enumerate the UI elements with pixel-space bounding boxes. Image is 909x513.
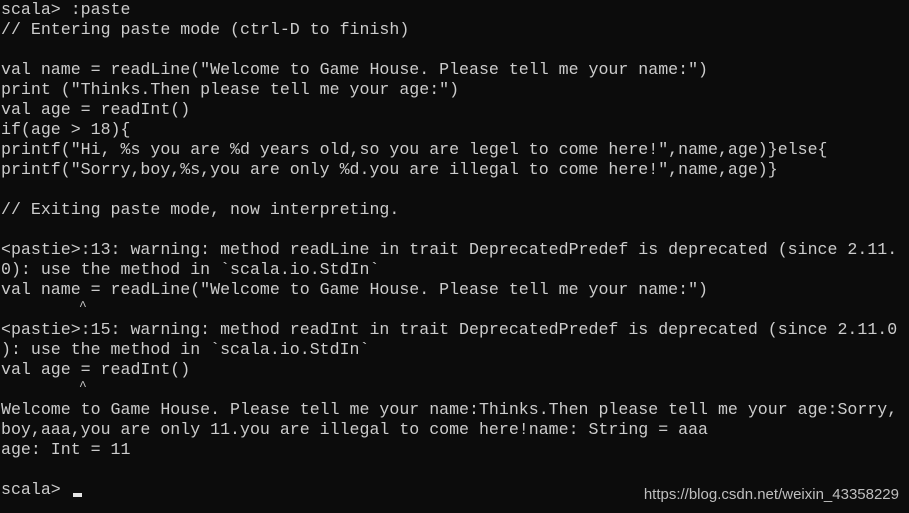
terminal-line: val name = readLine("Welcome to Game Hou…	[1, 60, 709, 79]
error-caret-line: ^	[1, 299, 87, 314]
terminal-line: print ("Thinks.Then please tell me your …	[1, 80, 460, 99]
terminal-line: <pastie>:15: warning: method readInt in …	[1, 320, 898, 339]
terminal-line: val age = readInt()	[1, 360, 191, 379]
terminal-line: boy,aaa,you are only 11.you are illegal …	[1, 420, 709, 439]
terminal-line: scala> :paste	[1, 0, 131, 19]
terminal-line: ): use the method in `scala.io.StdIn`	[1, 340, 370, 359]
terminal-line: printf("Sorry,boy,%s,you are only %d.you…	[1, 160, 778, 179]
terminal-line: val age = readInt()	[1, 100, 191, 119]
terminal-line: // Exiting paste mode, now interpreting.	[1, 200, 400, 219]
terminal-line: Welcome to Game House. Please tell me yo…	[1, 400, 898, 419]
error-caret-line: ^	[1, 379, 87, 394]
prompt: scala>	[1, 480, 71, 499]
terminal-line: printf("Hi, %s you are %d years old,so y…	[1, 140, 828, 159]
watermark: https://blog.csdn.net/weixin_43358229	[643, 486, 899, 503]
terminal-line: val name = readLine("Welcome to Game Hou…	[1, 280, 709, 299]
terminal-line: if(age > 18){	[1, 120, 131, 139]
terminal-line: age: Int = 11	[1, 440, 131, 459]
text-cursor	[72, 493, 82, 497]
terminal-line: <pastie>:13: warning: method readLine in…	[1, 240, 898, 259]
terminal-output[interactable]: scala> :paste// Entering paste mode (ctr…	[1, 0, 897, 500]
terminal-line: 0): use the method in `scala.io.StdIn`	[1, 260, 380, 279]
terminal-line: // Entering paste mode (ctrl-D to finish…	[1, 20, 410, 39]
